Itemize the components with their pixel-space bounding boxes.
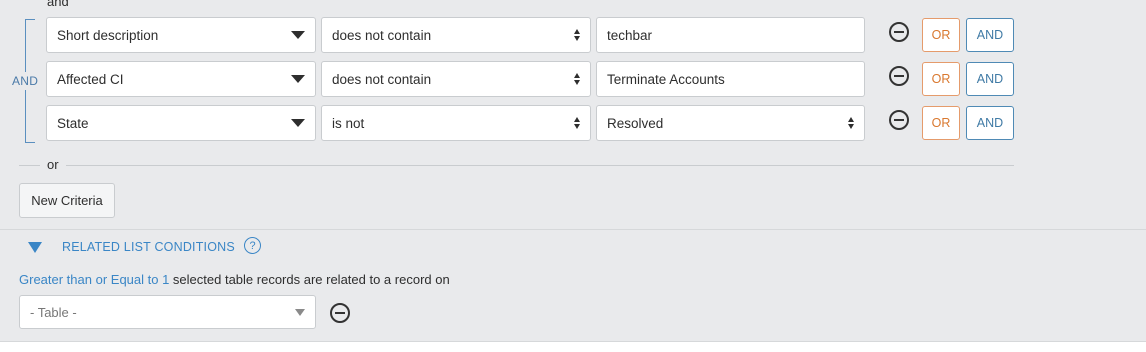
chevron-down-icon — [291, 75, 305, 83]
remove-condition-2-icon[interactable] — [889, 66, 909, 86]
bottom-panel-edge — [0, 341, 1146, 352]
related-condition-text: selected table records are related to a … — [169, 272, 450, 287]
sort-arrows-icon — [574, 117, 580, 129]
chevron-down-icon — [291, 31, 305, 39]
chevron-down-icon — [295, 308, 305, 316]
related-table-placeholder: - Table - — [30, 304, 77, 320]
condition-3-value-select[interactable]: Resolved — [596, 105, 865, 141]
or-separator-line — [19, 165, 1014, 166]
condition-2-or-button[interactable]: OR — [922, 62, 960, 96]
condition-1-operator-value: does not contain — [332, 27, 432, 43]
remove-condition-3-icon[interactable] — [889, 110, 909, 130]
condition-1-field-select[interactable]: Short description — [46, 17, 316, 53]
condition-3-operator-select[interactable]: is not — [321, 105, 591, 141]
section-divider — [0, 229, 1146, 230]
condition-1-value-input[interactable]: techbar — [596, 17, 865, 53]
condition-3-or-button[interactable]: OR — [922, 106, 960, 140]
help-icon[interactable]: ? — [244, 237, 261, 254]
condition-1-operator-select[interactable]: does not contain — [321, 17, 591, 53]
condition-3-value-text: Resolved — [607, 115, 664, 131]
condition-2-field-value: Affected CI — [57, 71, 124, 87]
condition-3-and-button[interactable]: AND — [966, 106, 1014, 140]
sort-arrows-icon — [574, 73, 580, 85]
condition-2-value-input[interactable]: Terminate Accounts — [596, 61, 865, 97]
condition-1-and-button[interactable]: AND — [966, 18, 1014, 52]
related-condition-sentence: Greater than or Equal to 1 selected tabl… — [19, 272, 450, 287]
condition-3-field-select[interactable]: State — [46, 105, 316, 141]
remove-condition-1-icon[interactable] — [889, 22, 909, 42]
condition-2-and-button[interactable]: AND — [966, 62, 1014, 96]
condition-1-or-button[interactable]: OR — [922, 18, 960, 52]
remove-related-condition-icon[interactable] — [330, 303, 350, 323]
sort-arrows-icon — [574, 29, 580, 41]
and-group-label: AND — [9, 72, 42, 90]
group-and-label: and — [47, 0, 69, 9]
new-criteria-button[interactable]: New Criteria — [19, 183, 115, 218]
condition-2-value-text: Terminate Accounts — [607, 71, 725, 87]
condition-2-operator-select[interactable]: does not contain — [321, 61, 591, 97]
condition-3-operator-value: is not — [332, 115, 365, 131]
condition-2-operator-value: does not contain — [332, 71, 432, 87]
chevron-down-icon — [291, 119, 305, 127]
related-list-conditions-toggle[interactable]: RELATED LIST CONDITIONS — [28, 236, 235, 258]
quantity-condition-link[interactable]: Greater than or Equal to 1 — [19, 272, 169, 287]
related-list-conditions-title: RELATED LIST CONDITIONS — [62, 240, 235, 254]
or-separator-label: or — [40, 157, 66, 172]
condition-3-field-value: State — [57, 115, 89, 131]
related-table-select[interactable]: - Table - — [19, 295, 316, 329]
condition-2-field-select[interactable]: Affected CI — [46, 61, 316, 97]
condition-1-value-text: techbar — [607, 27, 653, 43]
condition-1-field-value: Short description — [57, 27, 159, 43]
sort-arrows-icon — [848, 117, 854, 129]
collapse-triangle-icon — [28, 241, 42, 253]
